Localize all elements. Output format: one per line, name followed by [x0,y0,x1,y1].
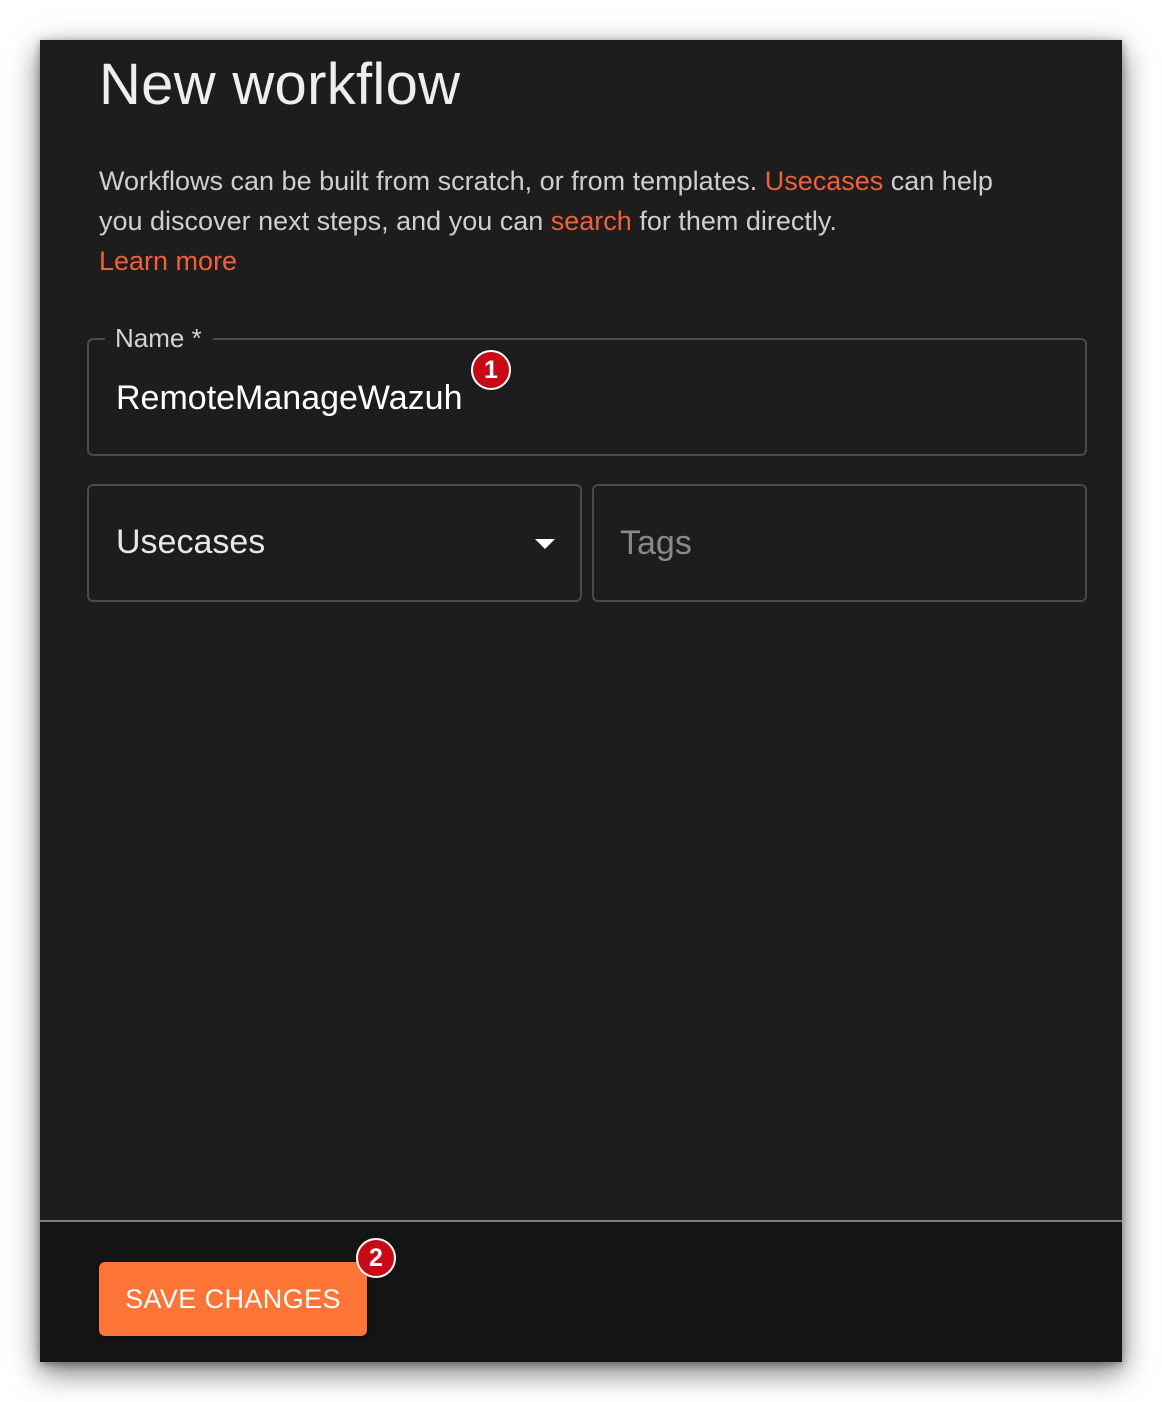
description-text-3: for them directly. [631,206,837,236]
save-changes-button[interactable]: SAVE CHANGES [99,1262,367,1336]
new-workflow-dialog: New workflow Workflows can be built from… [40,40,1122,1362]
dialog-title: New workflow [99,52,461,117]
usecases-select-label: Usecases [116,523,266,561]
learn-more-link[interactable]: Learn more [99,246,237,276]
search-link[interactable]: search [551,206,632,236]
tags-input[interactable] [620,520,1060,566]
usecases-select[interactable]: Usecases [87,484,582,602]
annotation-badge-1: 1 [471,350,511,390]
annotation-badge-2: 2 [356,1238,396,1278]
name-field[interactable]: Name * RemoteManageWazuh [87,321,1087,456]
name-input-value[interactable]: RemoteManageWazuh [116,376,462,420]
dialog-footer: SAVE CHANGES [40,1220,1122,1362]
usecases-link[interactable]: Usecases [765,166,884,196]
name-field-label: Name * [105,321,213,355]
dialog-description: Workflows can be built from scratch, or … [99,161,999,281]
dropdown-arrow-icon[interactable] [535,539,555,549]
tags-field[interactable] [592,484,1087,602]
description-text-1: Workflows can be built from scratch, or … [99,166,765,196]
